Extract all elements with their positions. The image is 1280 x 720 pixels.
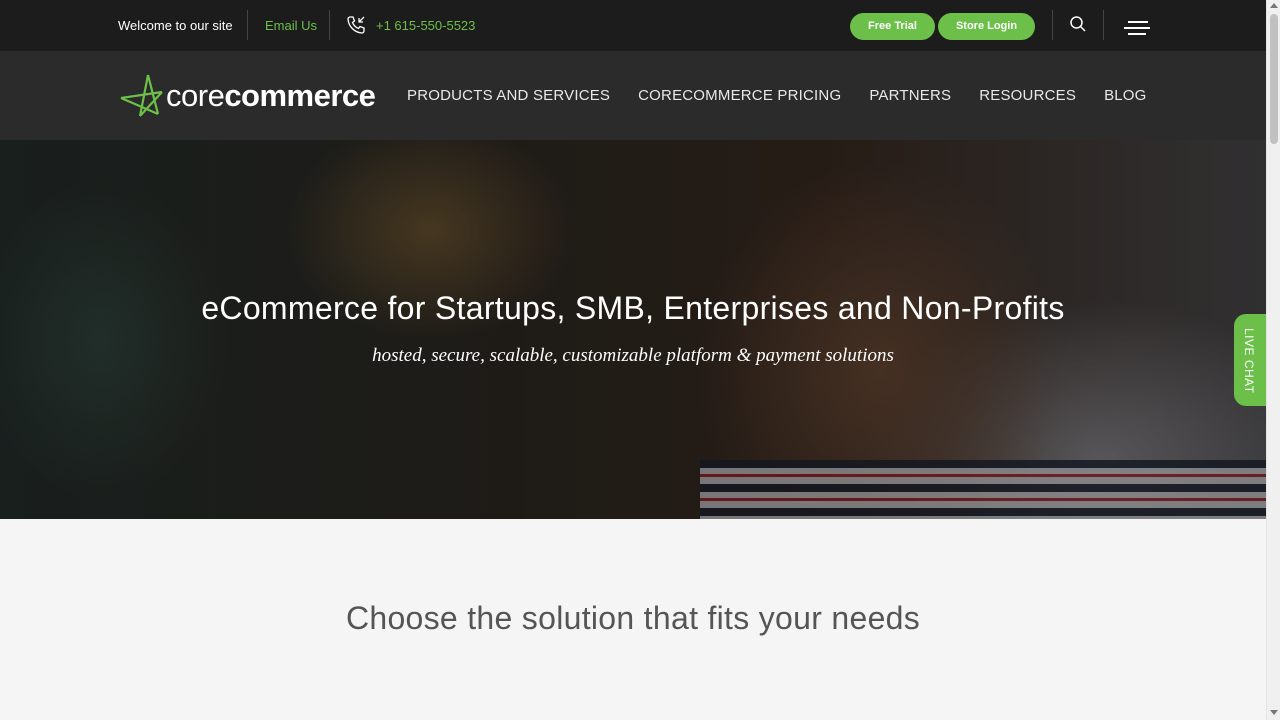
scroll-down-icon[interactable] xyxy=(1270,710,1278,715)
hero-banner: eCommerce for Startups, SMB, Enterprises… xyxy=(0,140,1266,519)
nav-blog[interactable]: BLOG xyxy=(1104,87,1146,104)
divider xyxy=(329,10,330,40)
phone-icon xyxy=(347,16,365,34)
nav-partners[interactable]: PARTNERS xyxy=(869,87,951,104)
top-bar: Welcome to our site Email Us +1 615-550-… xyxy=(0,0,1266,51)
star-logo-icon xyxy=(120,74,163,117)
logo-wordmark: corecommerce xyxy=(166,78,376,113)
divider xyxy=(247,10,248,40)
hero-title: eCommerce for Startups, SMB, Enterprises… xyxy=(201,290,1065,326)
phone-link[interactable]: +1 615-550-5523 xyxy=(376,18,475,33)
welcome-text: Welcome to our site xyxy=(118,18,233,33)
free-trial-button[interactable]: Free Trial xyxy=(850,13,935,40)
page-scrollbar[interactable] xyxy=(1266,0,1280,720)
live-chat-label: LIVE CHAT xyxy=(1242,328,1256,394)
section-title: Choose the solution that fits your needs xyxy=(345,600,921,636)
hero-overlay xyxy=(0,140,1266,519)
hero-tagline: hosted, secure, scalable, customizable p… xyxy=(372,345,894,366)
search-icon[interactable] xyxy=(1069,15,1087,33)
menu-icon[interactable] xyxy=(1124,19,1150,37)
nav-corecommerce-pricing[interactable]: CORECOMMERCE PRICING xyxy=(638,87,841,104)
corecommerce-logo[interactable]: corecommerce xyxy=(118,71,376,121)
live-chat-tab[interactable]: LIVE CHAT xyxy=(1234,314,1266,406)
divider xyxy=(1052,10,1053,40)
nav-resources[interactable]: RESOURCES xyxy=(979,87,1076,104)
email-us-link[interactable]: Email Us xyxy=(265,18,317,33)
scroll-up-icon[interactable] xyxy=(1270,3,1278,8)
nav-products-and-services[interactable]: PRODUCTS AND SERVICES xyxy=(407,87,610,104)
main-header: corecommerce PRODUCTS AND SERVICES COREC… xyxy=(0,51,1266,140)
main-nav: PRODUCTS AND SERVICES CORECOMMERCE PRICI… xyxy=(407,87,1175,104)
divider xyxy=(1103,10,1104,40)
store-login-button[interactable]: Store Login xyxy=(938,13,1035,40)
scrollbar-thumb[interactable] xyxy=(1270,14,1278,144)
